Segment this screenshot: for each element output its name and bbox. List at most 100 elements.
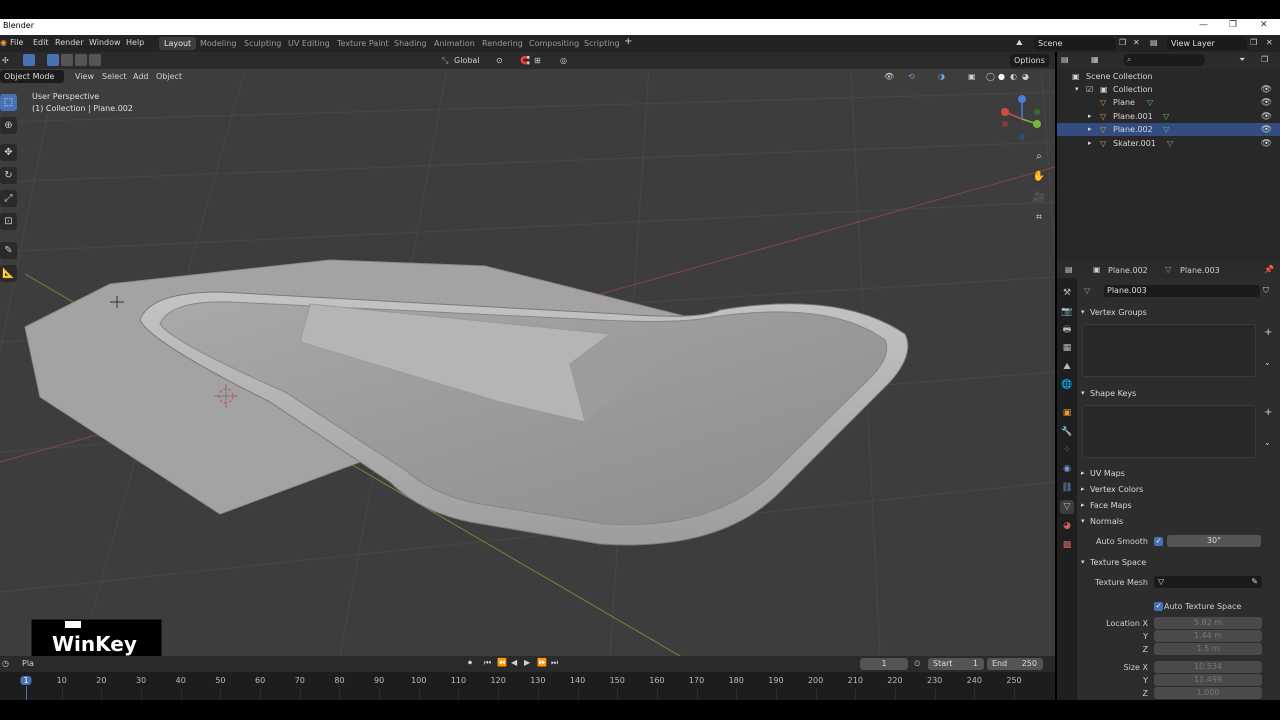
chevron-down-icon[interactable]: ⌄: [1264, 358, 1271, 367]
expand-chevron-icon[interactable]: ▸: [1088, 125, 1092, 133]
scene-tab-icon[interactable]: ⛰: [1060, 360, 1074, 374]
snap-grid-icon[interactable]: ⊞: [534, 56, 541, 65]
new-collection-icon[interactable]: ❐: [1261, 55, 1268, 64]
annotate-tool-icon[interactable]: ✎: [0, 242, 17, 259]
select-mode-extend-icon[interactable]: [61, 54, 73, 66]
mesh-data-tab-icon[interactable]: ▽: [1060, 500, 1074, 514]
view-layer-selector[interactable]: View Layer: [1167, 37, 1247, 50]
tool-tab-icon[interactable]: ⚒: [1060, 286, 1074, 300]
overlay-toggle-icon[interactable]: ◑: [938, 72, 945, 81]
pin-icon[interactable]: 📌: [1264, 265, 1274, 274]
shape-keys-list[interactable]: [1082, 405, 1256, 458]
3d-viewport[interactable]: User Perspective (1) Collection | Plane.…: [0, 52, 1055, 656]
object-tab-icon[interactable]: ▣: [1060, 406, 1074, 420]
tab-uv-editing[interactable]: UV Editing: [283, 37, 335, 50]
tab-animation[interactable]: Animation: [429, 37, 480, 50]
select-box-icon[interactable]: [23, 54, 35, 66]
proportional-edit-icon[interactable]: ◎: [560, 56, 567, 65]
frame-ruler[interactable]: 1 10 20 30 40 50 60 70 80 90 100 110 120 130 140 150 160…: [0, 672, 1055, 700]
mesh-data-icon[interactable]: ▽: [1163, 112, 1169, 121]
size-z-field[interactable]: 1.000: [1154, 687, 1262, 699]
panel-texture-space[interactable]: ▾ Texture Space: [1078, 555, 1278, 570]
tab-compositing[interactable]: Compositing: [524, 37, 584, 50]
shading-rendered-icon[interactable]: ◕: [1022, 72, 1029, 81]
menu-file[interactable]: File: [10, 38, 23, 47]
eye-icon[interactable]: 👁: [1261, 139, 1272, 149]
shading-wireframe-icon[interactable]: ◯: [986, 72, 995, 81]
add-icon[interactable]: +: [1264, 327, 1272, 338]
texture-mesh-field[interactable]: ▽ ✎: [1154, 576, 1262, 588]
clock-icon[interactable]: ⏲: [914, 659, 920, 669]
size-x-field[interactable]: 10.534: [1154, 661, 1262, 673]
blender-logo-icon[interactable]: ◉: [0, 38, 7, 47]
delete-scene-icon[interactable]: ✕: [1133, 38, 1140, 47]
xray-icon[interactable]: ▣: [968, 72, 976, 81]
panel-vertex-groups[interactable]: ▾ Vertex Groups: [1078, 305, 1278, 320]
move-tool-icon[interactable]: ✥: [0, 144, 17, 161]
view-layer-icon[interactable]: ▤: [1150, 38, 1158, 47]
eye-icon[interactable]: 👁: [1261, 112, 1272, 122]
properties-editor-icon[interactable]: ▤: [1065, 265, 1073, 274]
display-mode-icon[interactable]: ▦: [1091, 55, 1099, 64]
record-icon[interactable]: ⏺: [468, 658, 472, 668]
orientation-dropdown[interactable]: Global: [454, 56, 480, 65]
outliner-row-skater-001[interactable]: ▸ ▽ Skater.001 ▽ 👁: [1057, 137, 1280, 150]
expand-chevron-icon[interactable]: ▾: [1075, 85, 1079, 93]
maximize-icon[interactable]: ❐: [1229, 20, 1237, 30]
mesh-data-icon[interactable]: ▽: [1147, 98, 1153, 107]
menu-view[interactable]: View: [75, 72, 94, 81]
tab-layout[interactable]: Layout: [159, 37, 197, 50]
select-tool-icon[interactable]: ⬚: [0, 94, 17, 111]
texture-tab-icon[interactable]: ▩: [1060, 538, 1074, 552]
pan-hand-icon[interactable]: ✋: [1030, 168, 1048, 186]
location-x-field[interactable]: 5.82 m: [1154, 617, 1262, 629]
shading-solid-icon[interactable]: ●: [998, 72, 1005, 81]
panel-shape-keys[interactable]: ▾ Shape Keys: [1078, 386, 1278, 401]
visibility-icon[interactable]: 👁: [884, 72, 894, 81]
location-y-field[interactable]: 1.44 m: [1154, 630, 1262, 642]
output-tab-icon[interactable]: 🖶: [1060, 323, 1074, 337]
tab-texture-paint[interactable]: Texture Paint: [332, 37, 394, 50]
outliner-row-plane-002[interactable]: ▸ ▽ Plane.002 ▽ 👁: [1057, 123, 1280, 136]
world-tab-icon[interactable]: 🌐: [1060, 378, 1074, 392]
chevron-down-icon[interactable]: ⌄: [1264, 438, 1271, 447]
auto-smooth-angle-field[interactable]: 30°: [1167, 535, 1261, 547]
auto-texture-space-checkbox[interactable]: ✓: [1154, 602, 1163, 611]
measure-tool-icon[interactable]: 📐: [0, 265, 17, 282]
play-reverse-icon[interactable]: ◀: [511, 658, 517, 667]
gizmo-toggle-icon[interactable]: ⟲: [908, 72, 915, 81]
add-workspace-icon[interactable]: +: [624, 36, 632, 47]
new-scene-icon[interactable]: ❐: [1119, 38, 1126, 47]
scale-tool-icon[interactable]: ⤢: [0, 190, 17, 207]
menu-help[interactable]: Help: [126, 38, 144, 47]
mesh-data-icon[interactable]: ▽: [1084, 286, 1090, 295]
tab-scripting[interactable]: Scripting: [579, 37, 625, 50]
scene-icon[interactable]: ⛰: [1016, 38, 1023, 48]
new-view-layer-icon[interactable]: ❐: [1250, 38, 1257, 47]
fake-user-icon[interactable]: ⛉: [1263, 286, 1269, 296]
outliner-row-collection[interactable]: ▾ ☑ ▣ Collection 👁: [1057, 83, 1280, 96]
menu-select[interactable]: Select: [102, 72, 127, 81]
tab-modeling[interactable]: Modeling: [195, 37, 241, 50]
select-mode-subtract-icon[interactable]: [75, 54, 87, 66]
jump-keyframe-back-icon[interactable]: ⏪: [497, 658, 507, 667]
options-dropdown[interactable]: Options: [1010, 54, 1049, 67]
shading-material-icon[interactable]: ◐: [1010, 72, 1017, 81]
material-tab-icon[interactable]: ◕: [1060, 519, 1074, 533]
checkbox-icon[interactable]: ☑: [1086, 85, 1093, 94]
mesh-datablock-field[interactable]: Plane.003: [1104, 285, 1260, 297]
outliner-row-plane[interactable]: ▽ Plane ▽ 👁: [1057, 96, 1280, 109]
eye-icon[interactable]: 👁: [1261, 98, 1272, 108]
axis-gizmo[interactable]: [997, 94, 1047, 144]
minimize-icon[interactable]: —: [1199, 20, 1208, 30]
tab-sculpting[interactable]: Sculpting: [239, 37, 286, 50]
mesh-data-icon[interactable]: ▽: [1163, 125, 1169, 134]
vertex-groups-list[interactable]: [1082, 324, 1256, 377]
current-frame-field[interactable]: 1: [860, 658, 908, 670]
menu-edit[interactable]: Edit: [33, 38, 49, 47]
jump-start-icon[interactable]: ⏮: [484, 658, 491, 668]
play-icon[interactable]: ▶: [524, 658, 530, 667]
modifier-tab-icon[interactable]: 🔧: [1060, 425, 1074, 439]
expand-chevron-icon[interactable]: ▸: [1088, 112, 1092, 120]
camera-view-icon[interactable]: 🎥: [1030, 189, 1048, 207]
